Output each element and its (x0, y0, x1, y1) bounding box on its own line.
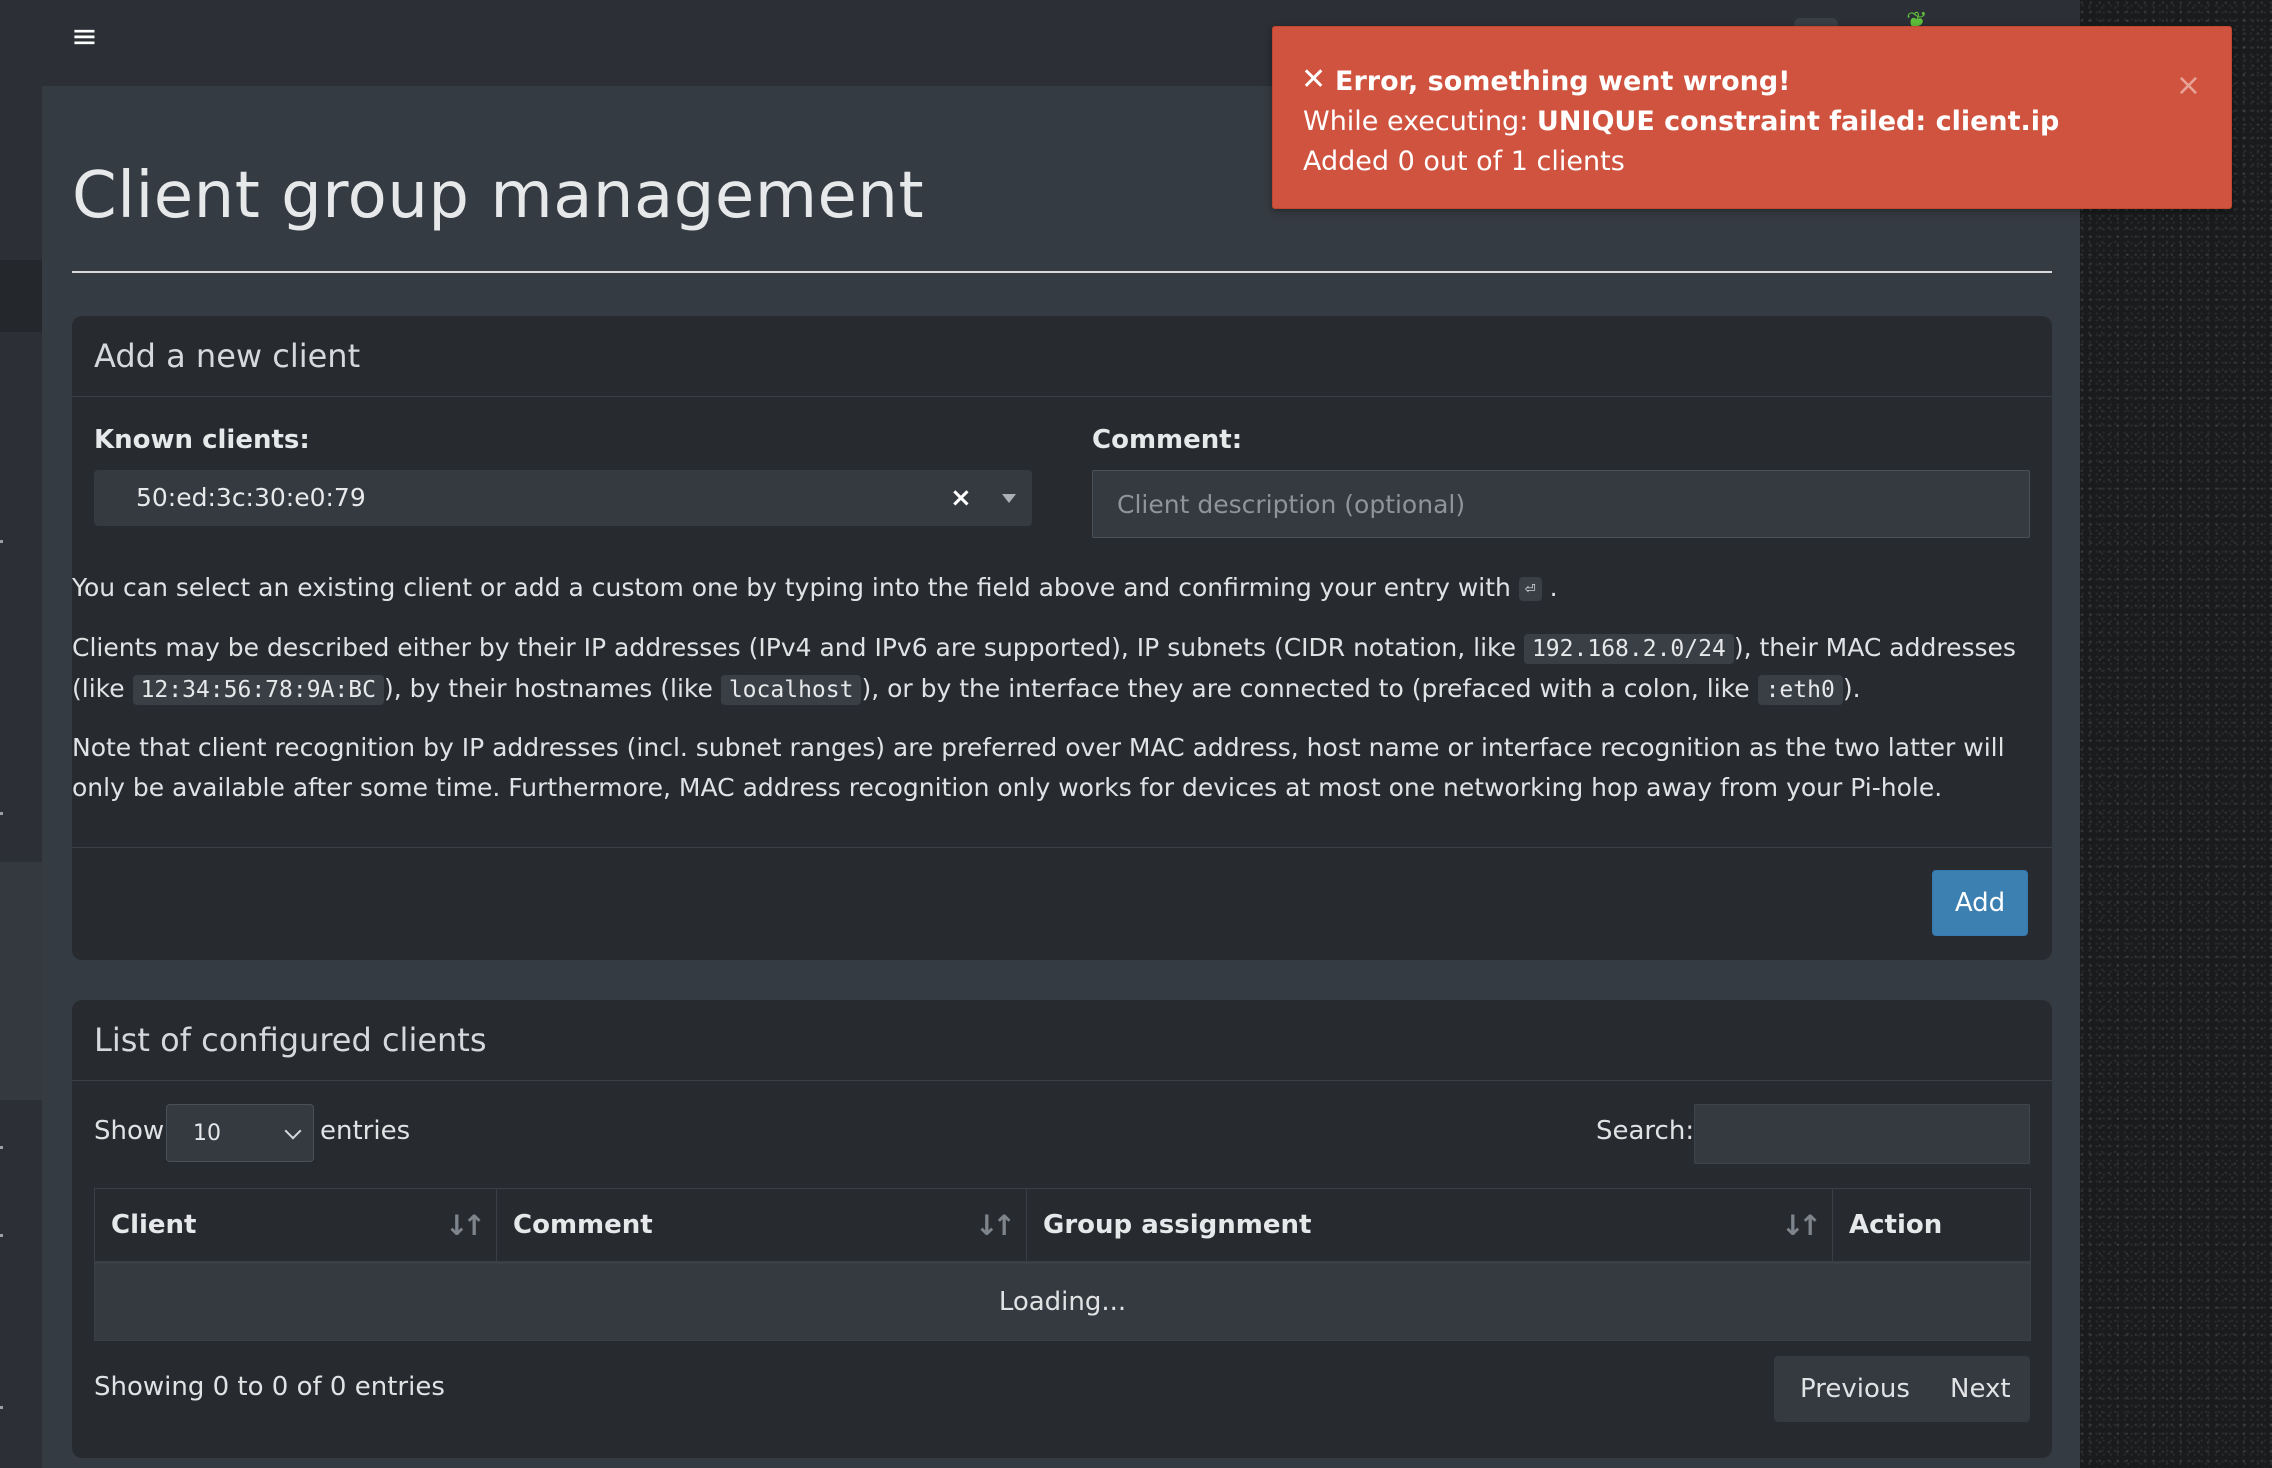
sidebar-tick (0, 1406, 3, 1409)
sidebar-tick (0, 1234, 3, 1237)
column-header-comment[interactable]: Comment ↓↑ (496, 1188, 1027, 1264)
column-header-action: Action (1832, 1188, 2031, 1264)
sidebar-item-active[interactable] (0, 862, 42, 1100)
caret-down-icon[interactable] (1002, 494, 1016, 503)
entries-length-select[interactable]: 10 (166, 1104, 314, 1162)
toast-error-detail: UNIQUE constraint failed: client.ip (1536, 106, 2060, 137)
help-text-recognition-body: Note that client recognition by IP addre… (72, 733, 2005, 802)
column-header-group-assignment[interactable]: Group assignment ↓↑ (1026, 1188, 1833, 1264)
enter-key-icon: ⏎ (1518, 577, 1542, 601)
column-header-label: Action (1849, 1210, 1943, 1240)
column-header-label: Group assignment (1043, 1210, 1312, 1240)
help-text-select-body: You can select an existing client or add… (72, 573, 1519, 602)
show-label: Show (94, 1116, 165, 1146)
table-row: Loading... (94, 1262, 2031, 1341)
previous-page-button[interactable]: Previous (1800, 1356, 1910, 1422)
known-clients-select[interactable]: 50:ed:3c:30:e0:79 × (94, 470, 1032, 526)
next-page-button[interactable]: Next (1950, 1356, 2011, 1422)
chevron-down-icon (284, 1122, 302, 1140)
search-label: Search: (1596, 1116, 1695, 1146)
background-texture (2080, 0, 2272, 1468)
add-button[interactable]: Add (1932, 870, 2028, 936)
code-hostname-example: localhost (720, 675, 862, 705)
help-text-part: ), or by the interface they are connecte… (861, 674, 1758, 703)
column-header-label: Comment (513, 1210, 653, 1240)
code-cidr-example: 192.168.2.0/24 (1523, 634, 1734, 664)
clients-list-box-title: List of configured clients (94, 1021, 487, 1059)
add-client-box-title: Add a new client (94, 337, 361, 375)
close-icon[interactable]: × (2176, 71, 2201, 101)
sidebar-tick (0, 812, 3, 815)
sidebar-tick (0, 540, 3, 543)
code-mac-example: 12:34:56:78:9A:BC (132, 675, 384, 705)
sort-arrows-icon: ↓↑ (975, 1209, 1016, 1242)
code-interface-example: :eth0 (1757, 675, 1843, 705)
comment-input[interactable] (1092, 470, 2030, 538)
sidebar-collapsed (0, 0, 42, 1468)
toast-title: Error, something went wrong! (1335, 66, 1791, 97)
clients-table: Client ↓↑ Comment ↓↑ Group assignment ↓↑ Ac… (94, 1188, 2031, 1341)
hamburger-menu-icon[interactable]: ≡ (71, 20, 98, 52)
help-text-select-end: . (1549, 573, 1558, 602)
column-header-client[interactable]: Client ↓↑ (94, 1188, 497, 1264)
sidebar-item-highlight[interactable] (0, 260, 42, 332)
sort-arrows-icon: ↓↑ (1781, 1209, 1822, 1242)
sidebar-tick (0, 1146, 3, 1149)
help-text-part: ), by their hostnames (like (383, 674, 721, 703)
known-clients-value: 50:ed:3c:30:e0:79 (136, 483, 366, 512)
table-info-text: Showing 0 to 0 of 0 entries (94, 1372, 445, 1402)
toast-result: Added 0 out of 1 clients (1303, 146, 1625, 177)
error-toast: ✕ Error, something went wrong! While exe… (1272, 26, 2232, 209)
help-text-part: ). (1842, 674, 1861, 703)
column-header-label: Client (111, 1210, 197, 1240)
toast-message: While executing: UNIQUE constraint faile… (1303, 105, 2059, 139)
help-text-formats: Clients may be described either by their… (72, 628, 2022, 710)
pagination: Previous Next (1774, 1356, 2030, 1422)
page-title: Client group management (72, 159, 925, 233)
loading-cell: Loading... (94, 1262, 2031, 1341)
comment-label: Comment: (1092, 425, 1243, 455)
entries-label: entries (320, 1116, 411, 1146)
toast-message-prefix: While executing: (1303, 106, 1537, 137)
help-text-select: You can select an existing client or add… (72, 568, 2022, 608)
title-divider (72, 271, 2052, 273)
entries-length-value: 10 (193, 1121, 221, 1146)
error-x-icon: ✕ (1301, 62, 1327, 97)
search-input[interactable] (1694, 1104, 2030, 1164)
clients-list-box-header: List of configured clients (72, 1000, 2052, 1081)
add-client-box-header: Add a new client (72, 316, 2052, 397)
help-text-recognition: Note that client recognition by IP addre… (72, 728, 2022, 808)
sort-arrows-icon: ↓↑ (445, 1209, 486, 1242)
help-text-part: Clients may be described either by their… (72, 633, 1524, 662)
box-footer-divider (72, 847, 2052, 848)
known-clients-label: Known clients: (94, 425, 310, 455)
table-header-row: Client ↓↑ Comment ↓↑ Group assignment ↓↑ Ac… (94, 1188, 2031, 1264)
clear-selection-icon[interactable]: × (950, 483, 972, 513)
